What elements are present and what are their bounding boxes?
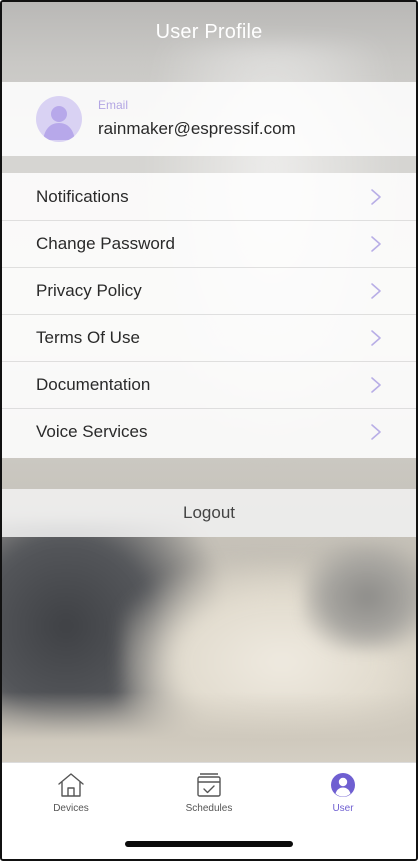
menu-item-notifications[interactable]: Notifications [2,173,416,221]
tab-label: Devices [53,803,89,814]
menu-item-change-password[interactable]: Change Password [2,220,416,268]
menu-item-label: Notifications [36,186,129,206]
menu-item-label: Terms Of Use [36,327,140,347]
chevron-right-icon [371,236,381,252]
menu-item-label: Change Password [36,233,175,253]
tab-bar: Devices Schedules User [2,762,416,859]
user-circle-icon [331,773,355,797]
email-value: rainmaker@espressif.com [98,119,296,138]
menu-item-label: Voice Services [36,421,148,441]
phone-frame: User Profile Email rainmaker@espressif.c… [0,0,418,861]
menu-item-label: Documentation [36,374,151,394]
tab-label: User [332,803,354,814]
menu-item-privacy-policy[interactable]: Privacy Policy [2,267,416,315]
background-table [302,542,416,652]
chevron-right-icon [371,377,381,393]
chevron-right-icon [371,189,381,205]
avatar [36,96,82,142]
tab-user[interactable]: User [298,771,388,821]
tab-devices[interactable]: Devices [26,771,116,821]
tab-schedules[interactable]: Schedules [164,771,254,821]
chevron-right-icon [371,424,381,440]
settings-menu: Notifications Change Password Privacy Po… [2,173,416,458]
tab-label: Schedules [185,803,233,814]
chevron-right-icon [371,283,381,299]
email-label: Email [98,98,129,112]
user-avatar-icon [43,106,75,140]
menu-item-voice-services[interactable]: Voice Services [2,408,416,455]
calendar-check-icon [197,773,221,797]
menu-item-label: Privacy Policy [36,280,142,300]
home-icon [58,773,84,797]
home-indicator[interactable] [125,841,293,847]
menu-item-terms-of-use[interactable]: Terms Of Use [2,314,416,362]
page-title: User Profile [155,20,263,43]
background-floor [2,692,416,763]
logout-button[interactable]: Logout [2,489,416,537]
profile-card: Email rainmaker@espressif.com [2,82,416,156]
chevron-right-icon [371,330,381,346]
menu-item-documentation[interactable]: Documentation [2,361,416,409]
